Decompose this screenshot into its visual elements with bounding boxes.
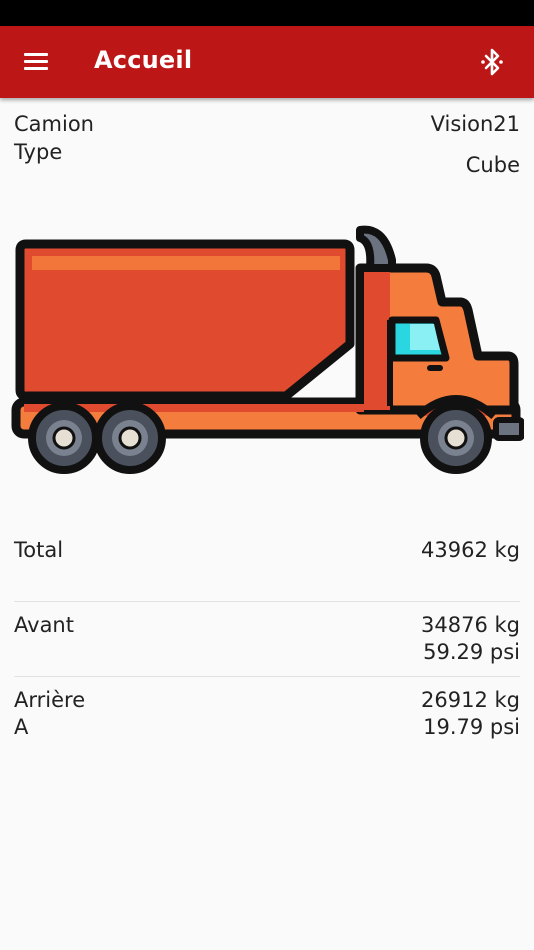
- arriere-label: Arrière: [14, 688, 86, 712]
- avant-psi: 59.29 psi: [423, 640, 520, 664]
- total-kg: 43962 kg: [421, 538, 520, 562]
- avant-kg: 34876 kg: [421, 613, 520, 637]
- divider: [14, 676, 520, 677]
- total-label: Total: [14, 538, 64, 562]
- camion-value: Vision21: [430, 112, 520, 136]
- status-bar: [0, 0, 534, 26]
- app-bar: Accueil: [0, 26, 534, 98]
- truck-illustration: [11, 225, 524, 474]
- type-label: Type: [14, 140, 63, 164]
- camion-label: Camion: [14, 112, 94, 136]
- bluetooth-icon: [481, 48, 503, 76]
- arriere-psi: 19.79 psi: [423, 715, 520, 739]
- avant-label: Avant: [14, 613, 74, 637]
- bluetooth-button[interactable]: [472, 46, 512, 78]
- page-title: Accueil: [94, 46, 193, 74]
- menu-icon: [24, 60, 48, 63]
- menu-button[interactable]: [20, 48, 54, 76]
- type-value: Cube: [465, 153, 520, 177]
- arriere-sublabel: A: [14, 715, 29, 739]
- menu-icon: [24, 67, 48, 70]
- menu-icon: [24, 53, 48, 56]
- arriere-kg: 26912 kg: [421, 688, 520, 712]
- divider: [14, 601, 520, 602]
